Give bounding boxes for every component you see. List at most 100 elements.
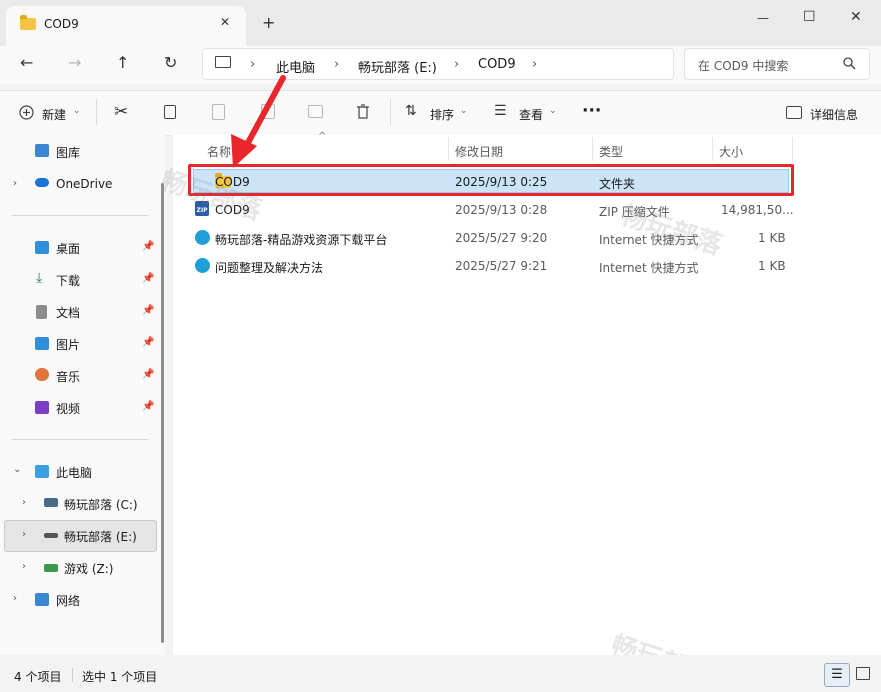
file-date: 2025/9/13 0:28 bbox=[455, 203, 548, 217]
new-icon bbox=[19, 105, 34, 120]
up-button[interactable]: ↑ bbox=[116, 53, 129, 72]
column-separator[interactable] bbox=[592, 137, 593, 161]
download-icon: ⤓ bbox=[36, 270, 43, 286]
pin-icon: 📌 bbox=[142, 273, 155, 284]
column-separator[interactable] bbox=[792, 137, 793, 161]
file-date: 2025/9/13 0:25 bbox=[455, 175, 548, 189]
sidebar-item-pictures[interactable]: 图片 bbox=[56, 336, 80, 353]
chevron-right-icon[interactable]: › bbox=[22, 529, 26, 540]
pin-icon: 📌 bbox=[142, 337, 155, 348]
sidebar-item-network[interactable]: 网络 bbox=[56, 592, 80, 609]
sidebar-item-drive-z[interactable]: 游戏 (Z:) bbox=[64, 560, 113, 577]
sort-icon: ⇅ bbox=[405, 103, 417, 119]
file-date: 2025/5/27 9:20 bbox=[455, 231, 548, 245]
close-button[interactable]: ✕ bbox=[850, 9, 862, 25]
chevron-right-icon[interactable]: › bbox=[22, 497, 26, 508]
sort-arrow-icon: ^ bbox=[318, 131, 327, 142]
tiles-view-button[interactable] bbox=[856, 667, 870, 680]
search-icon bbox=[843, 57, 856, 70]
sidebar-item-drive-e[interactable]: 畅玩部落 (E:) bbox=[64, 528, 137, 545]
forward-button[interactable]: → bbox=[68, 53, 81, 72]
divider bbox=[72, 668, 73, 682]
sidebar-item-desktop[interactable]: 桌面 bbox=[56, 240, 80, 257]
sidebar-item-drive-c[interactable]: 畅玩部落 (C:) bbox=[64, 496, 138, 513]
share-icon[interactable] bbox=[308, 105, 323, 118]
documents-icon bbox=[36, 305, 47, 319]
minimize-button[interactable]: — bbox=[757, 11, 769, 25]
sidebar-item-videos[interactable]: 视频 bbox=[56, 400, 80, 417]
chevron-down-icon[interactable]: ⌄ bbox=[13, 464, 21, 475]
chevron-down-icon: ⌄ bbox=[73, 106, 81, 116]
column-separator[interactable] bbox=[448, 137, 449, 161]
new-button[interactable]: 新建 bbox=[42, 106, 66, 123]
sidebar-item-this-pc[interactable]: 此电脑 bbox=[56, 464, 92, 481]
this-pc-icon bbox=[35, 465, 49, 478]
details-view-button[interactable]: ☰ bbox=[824, 663, 850, 687]
drive-icon bbox=[44, 498, 58, 507]
chevron-down-icon: ⌄ bbox=[460, 106, 468, 116]
file-size: 1 KB bbox=[758, 259, 786, 273]
breadcrumb-separator: › bbox=[250, 57, 256, 72]
refresh-button[interactable]: ↻ bbox=[164, 53, 177, 72]
file-size: 14,981,50... bbox=[721, 203, 794, 217]
divider bbox=[12, 439, 148, 440]
chevron-right-icon[interactable]: › bbox=[13, 593, 17, 604]
breadcrumb-drive-e[interactable]: 畅玩部落 (E:) bbox=[358, 57, 437, 76]
column-header-date[interactable]: 修改日期 bbox=[455, 143, 503, 160]
breadcrumb-separator: › bbox=[454, 57, 460, 72]
folder-icon bbox=[20, 15, 36, 30]
sidebar-item-downloads[interactable]: 下载 bbox=[56, 272, 80, 289]
more-button[interactable]: ··· bbox=[582, 101, 601, 121]
arrow-annotation-icon bbox=[231, 75, 286, 168]
desktop-icon bbox=[35, 241, 49, 254]
tab-title: COD9 bbox=[44, 17, 79, 31]
file-size: 1 KB bbox=[758, 231, 786, 245]
onedrive-icon bbox=[35, 178, 49, 187]
copy-icon[interactable] bbox=[164, 105, 176, 119]
view-icon: ☰ bbox=[494, 103, 507, 119]
breadcrumb-separator: › bbox=[334, 57, 340, 72]
chevron-down-icon: ⌄ bbox=[549, 106, 557, 116]
music-icon bbox=[35, 368, 49, 381]
sidebar-item-onedrive[interactable]: OneDrive bbox=[56, 177, 112, 191]
sidebar-item-gallery[interactable]: 图库 bbox=[56, 144, 80, 161]
maximize-button[interactable]: ☐ bbox=[803, 9, 816, 25]
back-button[interactable]: ← bbox=[20, 53, 33, 72]
chevron-right-icon[interactable]: › bbox=[22, 561, 26, 572]
tab-close-button[interactable]: ✕ bbox=[220, 15, 230, 29]
new-tab-button[interactable]: + bbox=[262, 13, 275, 32]
details-pane-icon bbox=[786, 106, 802, 119]
view-button[interactable]: 查看 bbox=[519, 106, 543, 123]
file-type: 文件夹 bbox=[599, 177, 636, 191]
details-button[interactable]: 详细信息 bbox=[810, 106, 858, 123]
sidebar-scrollbar[interactable] bbox=[161, 183, 164, 643]
sidebar-item-documents[interactable]: 文档 bbox=[56, 304, 80, 321]
column-separator[interactable] bbox=[712, 137, 713, 161]
search-placeholder: 在 COD9 中搜索 bbox=[698, 59, 789, 73]
delete-icon[interactable] bbox=[356, 104, 370, 119]
cut-icon[interactable]: ✂ bbox=[114, 102, 128, 122]
videos-icon bbox=[35, 401, 49, 414]
column-header-type[interactable]: 类型 bbox=[599, 143, 623, 160]
divider bbox=[96, 99, 97, 125]
file-name[interactable]: 畅玩部落-精品游戏资源下载平台 bbox=[215, 231, 387, 248]
item-count: 4 个项目 bbox=[14, 670, 62, 684]
network-icon bbox=[35, 593, 49, 606]
drive-icon bbox=[44, 533, 58, 538]
tab-cod9[interactable] bbox=[6, 6, 246, 46]
column-header-size[interactable]: 大小 bbox=[719, 143, 743, 160]
divider bbox=[12, 215, 148, 216]
sidebar-item-music[interactable]: 音乐 bbox=[56, 368, 80, 385]
pin-icon: 📌 bbox=[142, 369, 155, 380]
divider bbox=[390, 99, 391, 125]
file-type: Internet 快捷方式 bbox=[599, 261, 699, 275]
file-name[interactable]: 问题整理及解决方法 bbox=[215, 259, 323, 276]
sort-button[interactable]: 排序 bbox=[430, 106, 454, 123]
pin-icon: 📌 bbox=[142, 305, 155, 316]
selection-count: 选中 1 个项目 bbox=[82, 670, 158, 684]
pictures-icon bbox=[35, 337, 49, 350]
paste-icon[interactable] bbox=[212, 104, 225, 120]
breadcrumb-cod9[interactable]: COD9 bbox=[478, 57, 516, 72]
navigation-pane bbox=[0, 135, 165, 655]
chevron-right-icon[interactable]: › bbox=[13, 178, 17, 189]
